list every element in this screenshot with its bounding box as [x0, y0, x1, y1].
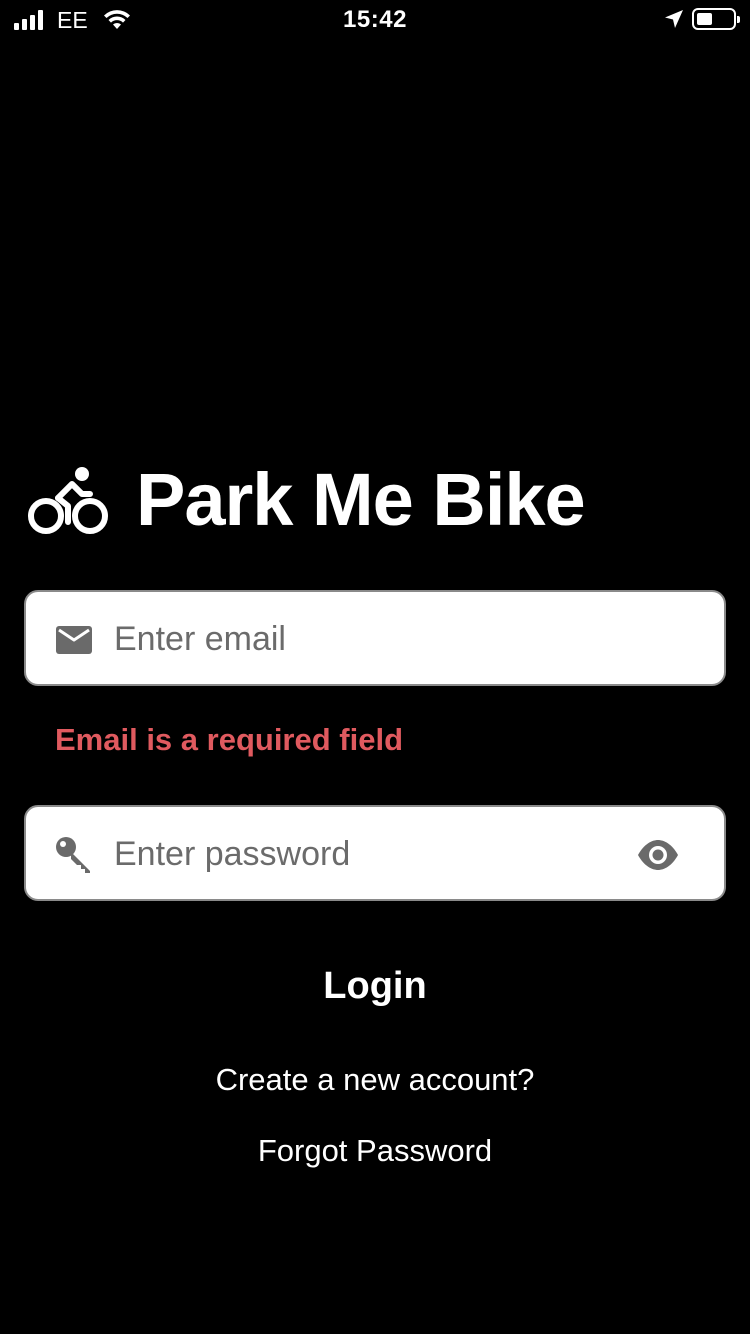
bicycle-rider-icon [28, 467, 108, 534]
mail-icon [56, 626, 92, 654]
key-icon [56, 837, 90, 873]
login-screen: EE 15:42 Park Me Bike Enter email Email … [0, 0, 750, 1334]
status-right [664, 8, 740, 30]
battery-icon [692, 8, 740, 30]
password-input[interactable] [114, 825, 624, 883]
location-arrow-icon [665, 10, 683, 28]
create-account-link[interactable]: Create a new account? [0, 1062, 750, 1098]
email-error-message: Email is a required field [55, 722, 404, 757]
brand-header: Park Me Bike [28, 458, 586, 542]
forgot-password-link[interactable]: Forgot Password [0, 1133, 750, 1169]
login-button[interactable]: Login [275, 956, 475, 1016]
battery-level [697, 13, 713, 25]
password-field[interactable] [24, 805, 726, 901]
status-time: 15:42 [343, 6, 407, 33]
email-input[interactable] [114, 610, 624, 668]
app-title: Park Me Bike [136, 458, 586, 541]
eye-icon[interactable] [636, 835, 680, 875]
status-bar: EE 15:42 [0, 0, 750, 40]
email-field[interactable] [24, 590, 726, 686]
